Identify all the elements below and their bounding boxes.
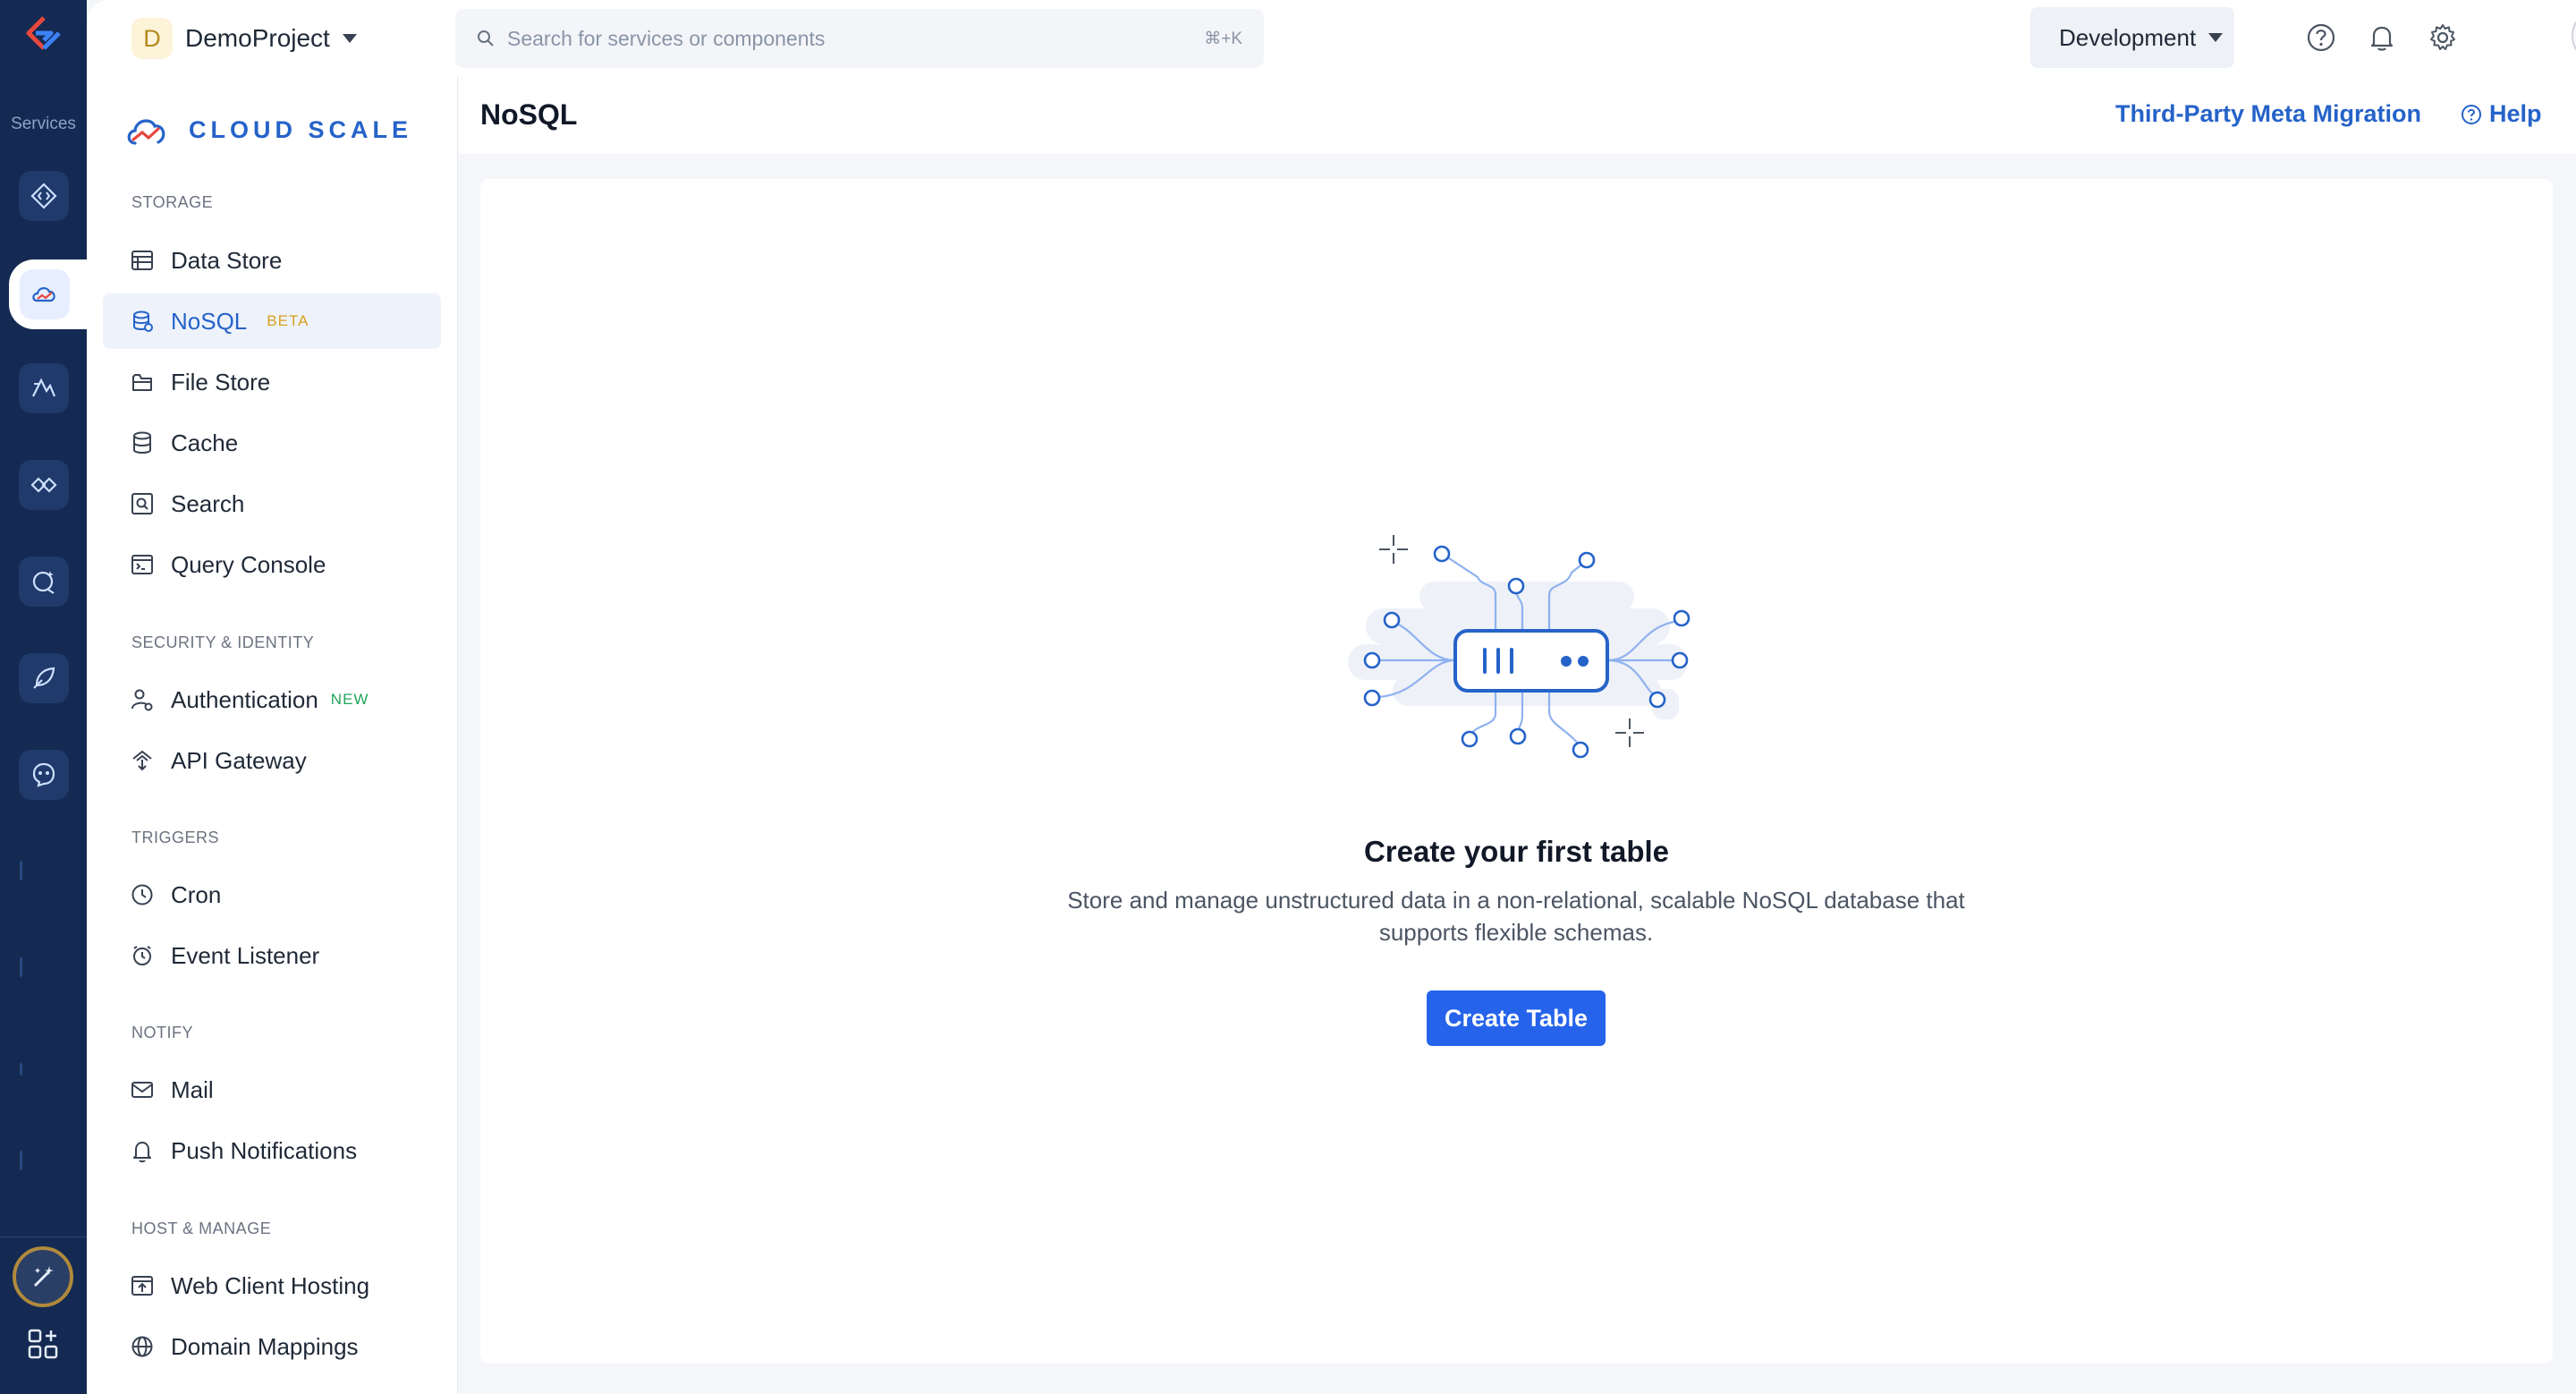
nav-cron[interactable]: Cron	[103, 867, 441, 922]
nav-file-store[interactable]: File Store	[103, 354, 441, 410]
nav-label: Search	[171, 489, 245, 517]
search-box-icon	[131, 493, 153, 514]
chevron-down-icon	[2208, 33, 2224, 42]
rail-divider	[20, 1063, 22, 1075]
table-icon	[131, 251, 153, 270]
section-triggers: TRIGGERS	[131, 829, 220, 846]
nosql-illustration	[1348, 535, 1690, 759]
console-icon	[131, 555, 153, 574]
apps-grid-icon[interactable]	[25, 1326, 61, 1362]
help-link[interactable]: Help	[2461, 100, 2542, 128]
global-search[interactable]: ⌘+K	[455, 9, 1264, 68]
section-notify: NOTIFY	[131, 1024, 193, 1041]
section-storage: STORAGE	[131, 193, 214, 211]
nav-label: Authentication	[171, 685, 318, 713]
nav-label: Web Client Hosting	[171, 1271, 370, 1299]
magic-wand-icon[interactable]	[13, 1246, 73, 1307]
nav-authentication[interactable]: Authentication NEW	[103, 672, 441, 727]
project-name: DemoProject	[185, 24, 330, 52]
rail-ai-icon[interactable]	[19, 557, 69, 607]
nav-nosql[interactable]: NoSQL BETA	[103, 293, 441, 349]
rail-services-label: Services	[11, 115, 76, 133]
nav-label: Event Listener	[171, 941, 320, 969]
rail-signals-icon[interactable]	[19, 363, 69, 413]
nav-label: Cache	[171, 429, 239, 456]
bell-icon	[133, 1142, 151, 1163]
empty-state-title: Create your first table	[1363, 835, 1670, 868]
alarm-clock-icon	[133, 946, 151, 965]
nav-label: File Store	[171, 368, 271, 395]
search-shortcut: ⌘+K	[1204, 29, 1242, 48]
cloud-scale-logo-icon	[127, 119, 165, 145]
empty-state-description: Store and manage unstructured data in a …	[1067, 887, 1965, 946]
nosql-database-icon	[133, 310, 153, 332]
chevron-down-icon	[342, 34, 357, 43]
nav-api-gateway[interactable]: API Gateway	[103, 733, 441, 788]
create-table-button[interactable]: Create Table	[1427, 990, 1606, 1046]
brand-title: CLOUD SCALE	[189, 115, 412, 143]
rail-integrations-icon[interactable]	[19, 460, 69, 510]
bell-icon[interactable]	[2364, 20, 2400, 55]
nav-label: API Gateway	[171, 746, 307, 774]
nav-domain-mappings[interactable]: Domain Mappings	[103, 1319, 441, 1374]
beta-badge: BETA	[267, 312, 309, 329]
project-avatar: D	[131, 18, 173, 59]
environment-label: Development	[2059, 23, 2197, 51]
nav-label: Cron	[171, 880, 222, 908]
cloud-scale-icon[interactable]	[20, 269, 70, 319]
top-bar: D DemoProject ⌘+K Development	[87, 0, 2576, 77]
rail-deploy-icon[interactable]	[19, 653, 69, 703]
rail-divider	[20, 1151, 22, 1170]
new-badge: NEW	[330, 691, 369, 708]
project-switcher[interactable]: D DemoProject	[131, 18, 357, 59]
main-content: Create your first table Store and manage…	[480, 179, 2553, 1364]
web-upload-icon	[131, 1276, 153, 1296]
help-circle-icon	[2462, 104, 2481, 124]
catalyst-logo-icon[interactable]	[21, 14, 66, 59]
nav-event-listener[interactable]: Event Listener	[103, 928, 441, 983]
clock-icon	[131, 884, 153, 905]
globe-icon	[131, 1336, 153, 1357]
nav-query-console[interactable]: Query Console	[103, 537, 441, 592]
rail-bot-icon[interactable]	[19, 750, 69, 800]
gear-icon[interactable]	[2425, 20, 2461, 55]
search-icon	[478, 30, 494, 47]
rail-divider	[20, 957, 22, 977]
folder-icon	[132, 374, 152, 391]
rail-cloudscale-active[interactable]	[9, 259, 87, 329]
nav-label: Data Store	[171, 246, 283, 274]
nav-data-store[interactable]: Data Store	[103, 233, 441, 288]
nav-label: Domain Mappings	[171, 1332, 359, 1360]
search-input[interactable]	[507, 26, 1205, 51]
nav-label: Push Notifications	[171, 1136, 358, 1164]
user-key-icon	[131, 689, 153, 711]
section-security: SECURITY & IDENTITY	[131, 633, 315, 651]
help-circle-icon[interactable]	[2303, 20, 2339, 55]
rail-code-icon[interactable]	[19, 171, 69, 221]
nav-push-notifications[interactable]: Push Notifications	[103, 1123, 441, 1178]
nav-label: Query Console	[171, 550, 326, 578]
services-rail: Services	[0, 0, 87, 1394]
cloud-scale-brand: CLOUD SCALE	[124, 109, 412, 150]
rail-divider	[20, 861, 22, 880]
nav-mail[interactable]: Mail	[103, 1062, 441, 1118]
mail-icon	[131, 1082, 153, 1098]
nav-web-client-hosting[interactable]: Web Client Hosting	[103, 1258, 441, 1313]
section-host: HOST & MANAGE	[131, 1220, 272, 1237]
page-header: NoSQL Third-Party Meta Migration Help	[459, 77, 2576, 154]
nav-cache[interactable]: Cache	[103, 415, 441, 471]
page-title: NoSQL	[480, 98, 578, 131]
nav-search[interactable]: Search	[103, 476, 441, 531]
help-label: Help	[2489, 100, 2542, 127]
database-icon	[133, 431, 151, 454]
third-party-migration-link[interactable]: Third-Party Meta Migration	[2115, 100, 2421, 128]
service-sidebar: CLOUD SCALE STORAGE Data Store NoSQL BET…	[87, 77, 458, 1394]
environment-switcher[interactable]: Development	[2030, 7, 2234, 68]
nav-label: NoSQL	[171, 307, 248, 335]
user-avatar[interactable]	[2572, 9, 2576, 63]
gateway-icon	[132, 750, 152, 771]
nav-label: Mail	[171, 1075, 214, 1103]
